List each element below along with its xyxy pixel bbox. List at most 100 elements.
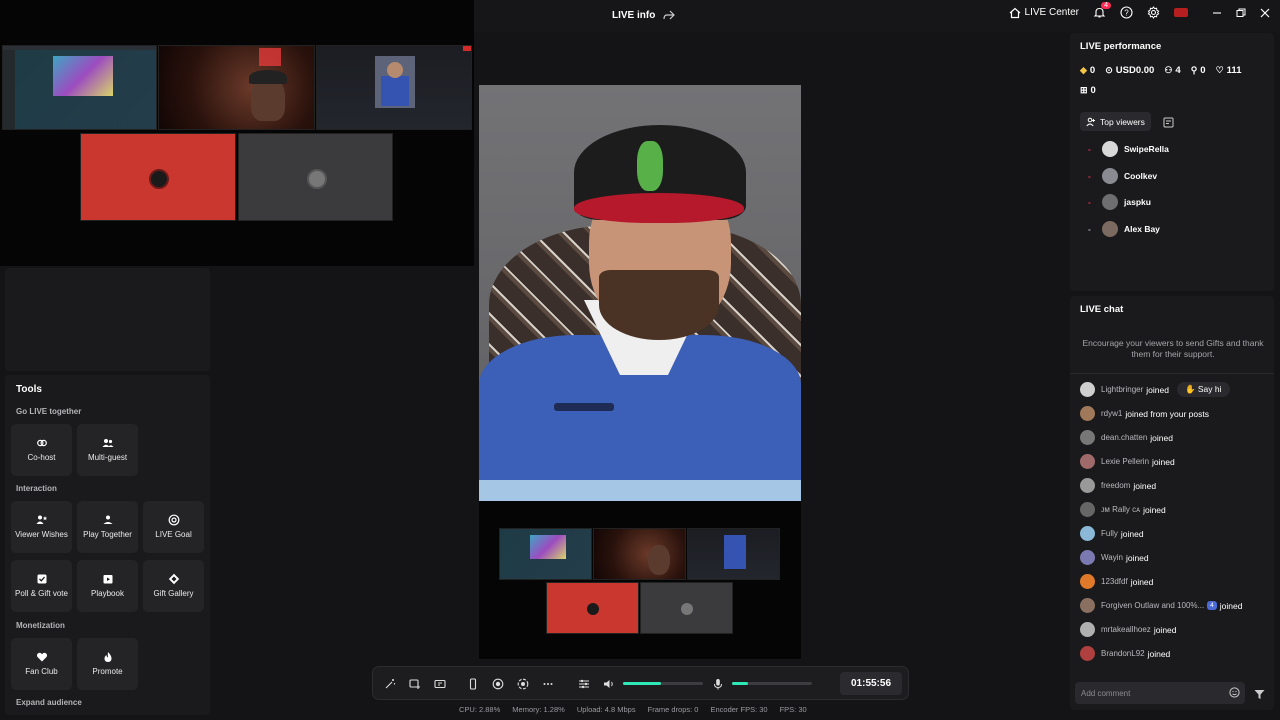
minimize-icon[interactable] <box>1212 8 1222 18</box>
mic-volume-slider[interactable] <box>732 682 812 685</box>
chat-message[interactable]: dean.chatten joined <box>1080 430 1173 445</box>
viewer-wishes-button[interactable]: Viewer Wishes <box>11 501 72 553</box>
chat-username: rdyw1 <box>1101 409 1123 418</box>
viewer-avatar <box>1102 194 1118 211</box>
live-info-label: LIVE info <box>612 9 656 21</box>
chat-avatar <box>1080 430 1095 445</box>
viewer-avatar <box>1102 221 1118 238</box>
chat-message[interactable]: Forgiven Outlaw and 100%... 4 joined <box>1080 598 1242 613</box>
fan-club-button[interactable]: Fan Club <box>11 638 72 690</box>
top-viewers-icon <box>1086 117 1095 126</box>
viewer-list-icon[interactable] <box>1163 115 1174 133</box>
multiguest-button[interactable]: Multi-guest <box>77 424 138 476</box>
guest-slot-grey <box>238 133 393 221</box>
chat-avatar <box>1080 526 1095 541</box>
chat-message[interactable]: rdyw1 joined from your posts <box>1080 406 1209 421</box>
chat-message[interactable]: ᴊᴍ Rally ᴄᴀ joined <box>1080 502 1166 517</box>
section-interaction: Interaction <box>16 484 57 493</box>
poll-gift-vote-button[interactable]: Poll & Gift vote <box>11 560 72 612</box>
speaker-volume-fill <box>623 682 662 685</box>
viewers-stat: ⚇ 4 <box>1164 65 1180 76</box>
play-together-button[interactable]: Play Together <box>77 501 138 553</box>
live-performance-title: LIVE performance <box>1080 41 1162 52</box>
speaker-volume-slider[interactable] <box>623 682 703 685</box>
chat-message[interactable]: Wayin joined <box>1080 550 1149 565</box>
top-viewer-row[interactable]: - Coolkev <box>1088 167 1157 184</box>
live-center-button[interactable]: LIVE Center <box>1009 7 1079 19</box>
left-empty-panel <box>5 268 210 371</box>
profile-avatar[interactable] <box>1174 8 1188 17</box>
more-options-icon[interactable] <box>540 676 556 692</box>
help-icon[interactable]: ? <box>1120 6 1133 19</box>
chat-action: joined <box>1147 648 1171 659</box>
gift-gallery-button[interactable]: Gift Gallery <box>143 560 204 612</box>
chat-username: freedom <box>1101 481 1131 490</box>
poll-gift-vote-label: Poll & Gift vote <box>15 589 68 599</box>
layout-icon[interactable] <box>432 676 448 692</box>
promote-button[interactable]: Promote <box>77 638 138 690</box>
mini-game-thumbnail <box>499 528 592 580</box>
chat-avatar <box>1080 406 1095 421</box>
chat-username: Lexie Pellerin <box>1101 457 1150 466</box>
comment-input[interactable]: Add comment <box>1075 682 1245 704</box>
chat-action: joined <box>1219 600 1243 611</box>
live-goal-button[interactable]: LIVE Goal <box>143 501 204 553</box>
notification-badge: 4 <box>1101 2 1111 9</box>
chat-action: joined <box>1152 456 1175 467</box>
chat-message[interactable]: mrtakeallhoez joined <box>1080 622 1177 637</box>
chat-avatar <box>1080 454 1095 469</box>
add-source-icon[interactable] <box>407 676 423 692</box>
camera-settings-icon[interactable] <box>515 676 531 692</box>
chat-avatar <box>1080 382 1095 397</box>
chat-message[interactable]: Lexie Pellerin joined <box>1080 454 1175 469</box>
filter-icon[interactable] <box>1254 687 1265 705</box>
poll-icon <box>37 574 46 584</box>
restore-icon[interactable] <box>1236 8 1246 18</box>
chat-message[interactable]: Fully joined <box>1080 526 1144 541</box>
notifications-button[interactable]: 4 <box>1093 2 1111 19</box>
playbook-icon <box>103 575 112 584</box>
viewer-wishes-icon <box>36 515 47 525</box>
top-viewer-row[interactable]: - SwipeRella <box>1088 141 1169 157</box>
top-bar: LIVE info LIVE Center 4 ? <box>474 0 1280 32</box>
live-info-button[interactable]: LIVE info <box>612 9 676 21</box>
gifts-stat: ⊞ 0 <box>1080 85 1096 96</box>
chat-message[interactable]: freedom joined <box>1080 478 1156 493</box>
section-go-live-together: Go LIVE together <box>16 407 82 416</box>
top-viewer-row[interactable]: - jaspku <box>1088 194 1151 211</box>
chat-username: dean.chatten <box>1101 433 1148 442</box>
portrait-mode-icon[interactable] <box>465 676 481 692</box>
chat-username: Forgiven Outlaw and 100%... <box>1101 601 1205 610</box>
microphone-icon[interactable] <box>710 676 726 692</box>
share-icon[interactable] <box>663 9 676 21</box>
live-chat-title: LIVE chat <box>1080 304 1124 315</box>
emoji-icon[interactable] <box>1229 687 1240 700</box>
flame-icon <box>104 652 111 663</box>
playbook-label: Playbook <box>91 589 124 599</box>
record-icon[interactable] <box>490 676 506 692</box>
multiguest-label: Multi-guest <box>87 453 128 463</box>
chat-message[interactable]: Lightbringer joined ✋ Say hi <box>1080 382 1230 397</box>
chat-message[interactable]: BrandonL92 joined <box>1080 646 1170 661</box>
viewer-name: SwipeRella <box>1124 144 1169 154</box>
top-viewer-row[interactable]: - Alex Bay <box>1088 221 1160 238</box>
chat-username: 123dfdf <box>1101 577 1128 586</box>
say-hi-button[interactable]: ✋ Say hi <box>1176 382 1230 397</box>
playbook-button[interactable]: Playbook <box>77 560 138 612</box>
comment-placeholder: Add comment <box>1081 688 1131 698</box>
speaker-icon[interactable] <box>601 676 617 692</box>
close-icon[interactable] <box>1260 8 1270 18</box>
settings-icon[interactable] <box>1147 6 1160 19</box>
diamond-icon: ◆ <box>1080 65 1087 75</box>
top-viewers-tab[interactable]: Top viewers <box>1080 112 1151 131</box>
top-viewers-label: Top viewers <box>1100 116 1145 127</box>
cpu-stat: CPU: 2.88% <box>459 705 501 714</box>
section-expand-audience: Expand audience <box>16 698 82 707</box>
usd-value: USD0.00 <box>1115 65 1155 76</box>
viewer-avatar <box>1102 141 1118 157</box>
cohost-button[interactable]: Co-host <box>11 424 72 476</box>
upload-stat: Upload: 4.8 Mbps <box>576 705 636 714</box>
effects-wand-icon[interactable] <box>382 676 398 692</box>
audio-mixer-icon[interactable] <box>576 676 592 692</box>
chat-message[interactable]: 123dfdf joined <box>1080 574 1153 589</box>
